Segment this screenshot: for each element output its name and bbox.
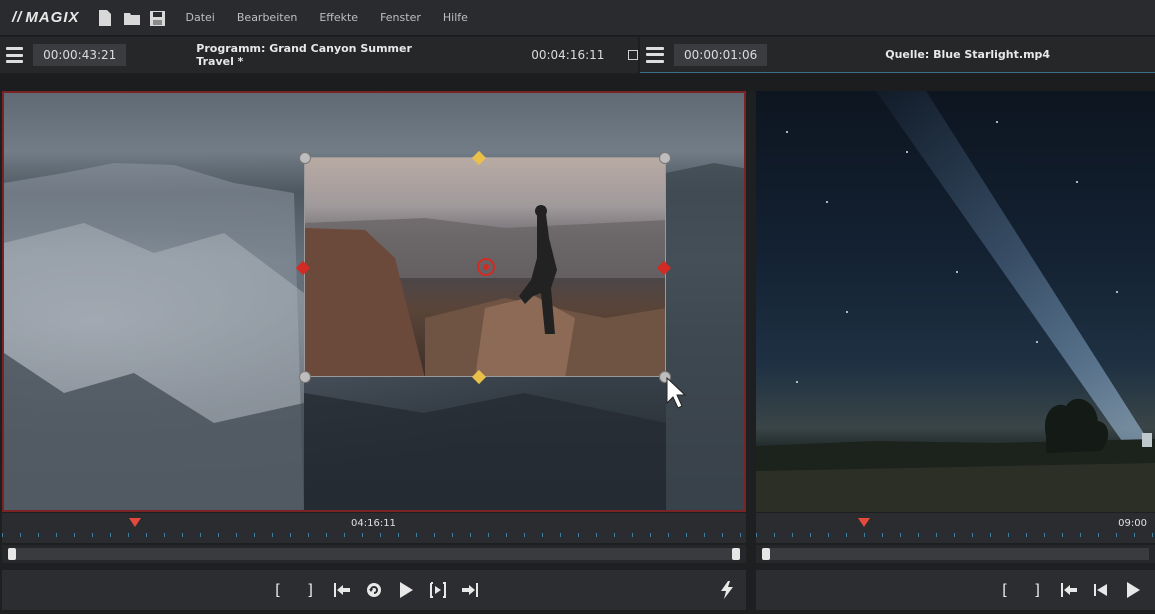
mark-in-button[interactable]: [ bbox=[270, 581, 286, 599]
magix-logo: //MAGIX bbox=[12, 9, 80, 26]
source-timeline-ruler[interactable]: 09:00 bbox=[756, 513, 1155, 543]
source-title: Quelle: Blue Starlight.mp4 bbox=[885, 48, 1051, 61]
program-preview[interactable] bbox=[2, 91, 746, 512]
new-file-icon[interactable] bbox=[98, 9, 112, 26]
source-go-to-in-button[interactable] bbox=[1061, 581, 1077, 599]
mark-out-button[interactable]: ] bbox=[302, 581, 318, 599]
source-preview[interactable] bbox=[756, 91, 1155, 512]
source-play-button[interactable] bbox=[1125, 581, 1141, 599]
star bbox=[1116, 291, 1118, 293]
go-to-in-button[interactable] bbox=[334, 581, 350, 599]
program-timeline-ruler[interactable]: 04:16:11 bbox=[2, 513, 746, 543]
divider bbox=[0, 74, 1155, 91]
menu-fenster[interactable]: Fenster bbox=[380, 11, 421, 24]
program-ruler-time: 04:16:11 bbox=[351, 518, 396, 529]
menu-hilfe[interactable]: Hilfe bbox=[443, 11, 468, 24]
program-title: Programm: Grand Canyon Summer Travel * bbox=[196, 42, 412, 68]
resize-handle-bottom-left[interactable] bbox=[299, 371, 311, 383]
source-transport-bar: [ ] bbox=[756, 570, 1155, 610]
ruler-ticks bbox=[756, 533, 1155, 537]
source-go-to-start-button[interactable] bbox=[1093, 581, 1109, 599]
resize-handle-top-left[interactable] bbox=[299, 152, 311, 164]
scrollbar-start-handle[interactable] bbox=[8, 548, 16, 560]
anchor-point-icon[interactable] bbox=[476, 257, 496, 277]
source-monitor-header: 00:00:01:06 Quelle: Blue Starlight.mp4 bbox=[640, 37, 1155, 73]
star bbox=[786, 131, 788, 133]
scrollbar-start-handle[interactable] bbox=[762, 548, 770, 560]
star bbox=[906, 151, 908, 153]
play-marked-range-button[interactable] bbox=[430, 581, 446, 599]
source-mark-out-button[interactable]: ] bbox=[1029, 581, 1045, 599]
source-mark-in-button[interactable]: [ bbox=[997, 581, 1013, 599]
source-menu-icon[interactable] bbox=[646, 46, 664, 63]
scrollbar-end-handle[interactable] bbox=[732, 548, 740, 560]
ruler-ticks bbox=[2, 533, 746, 537]
scrollbar-track[interactable] bbox=[8, 548, 740, 560]
program-playhead-icon[interactable] bbox=[129, 518, 141, 527]
star bbox=[956, 271, 958, 273]
program-monitor-header: 00:00:43:21 Programm: Grand Canyon Summe… bbox=[0, 37, 638, 73]
source-playhead-icon[interactable] bbox=[858, 518, 870, 527]
scrollbar-track[interactable] bbox=[762, 548, 1149, 560]
save-icon[interactable] bbox=[149, 10, 165, 26]
source-position-timecode[interactable]: 00:00:01:06 bbox=[674, 43, 768, 66]
source-zoom-scrollbar[interactable] bbox=[756, 545, 1155, 563]
maximize-icon[interactable] bbox=[628, 50, 638, 60]
open-folder-icon[interactable] bbox=[123, 10, 140, 26]
source-ruler-time: 09:00 bbox=[1118, 518, 1147, 529]
program-transport-bar: [ ] bbox=[2, 570, 746, 610]
resize-handle-top-right[interactable] bbox=[659, 152, 671, 164]
program-menu-icon[interactable] bbox=[6, 47, 24, 63]
go-to-out-button[interactable] bbox=[462, 581, 478, 599]
mouse-cursor-icon bbox=[666, 377, 687, 409]
flash-icon[interactable] bbox=[720, 581, 734, 599]
play-button[interactable] bbox=[398, 581, 414, 599]
menu-bar: //MAGIX Datei Bearbeiten Effekte Fenster… bbox=[0, 0, 1155, 36]
menu-datei[interactable]: Datei bbox=[186, 11, 215, 24]
star bbox=[826, 201, 828, 203]
star bbox=[846, 311, 848, 313]
program-duration-timecode: 00:04:16:11 bbox=[531, 48, 605, 62]
program-zoom-scrollbar[interactable] bbox=[2, 545, 746, 563]
star bbox=[796, 381, 798, 383]
star bbox=[1036, 341, 1038, 343]
program-position-timecode[interactable]: 00:00:43:21 bbox=[33, 44, 127, 66]
menu-effekte[interactable]: Effekte bbox=[319, 11, 358, 24]
menu-bearbeiten[interactable]: Bearbeiten bbox=[237, 11, 297, 24]
star bbox=[1076, 181, 1078, 183]
loop-icon[interactable] bbox=[366, 581, 382, 599]
star bbox=[996, 121, 998, 123]
